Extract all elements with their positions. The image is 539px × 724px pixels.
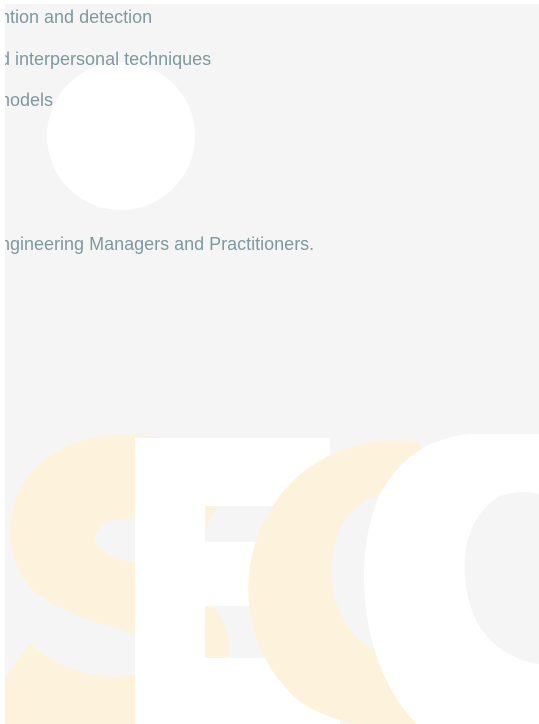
left-edge-strip — [0, 0, 5, 724]
text-line-3: nodels — [0, 90, 54, 110]
text-line-2: d interpersonal techniques — [0, 49, 212, 69]
text-line-4: ngineering Managers and Practitioners. — [0, 234, 315, 254]
content-panel: ntion and detection d interpersonal tech… — [0, 4, 539, 724]
decorative-circle — [47, 62, 195, 210]
text-line-1: ntion and detection — [0, 7, 153, 27]
seo-watermark-logo — [0, 434, 539, 724]
